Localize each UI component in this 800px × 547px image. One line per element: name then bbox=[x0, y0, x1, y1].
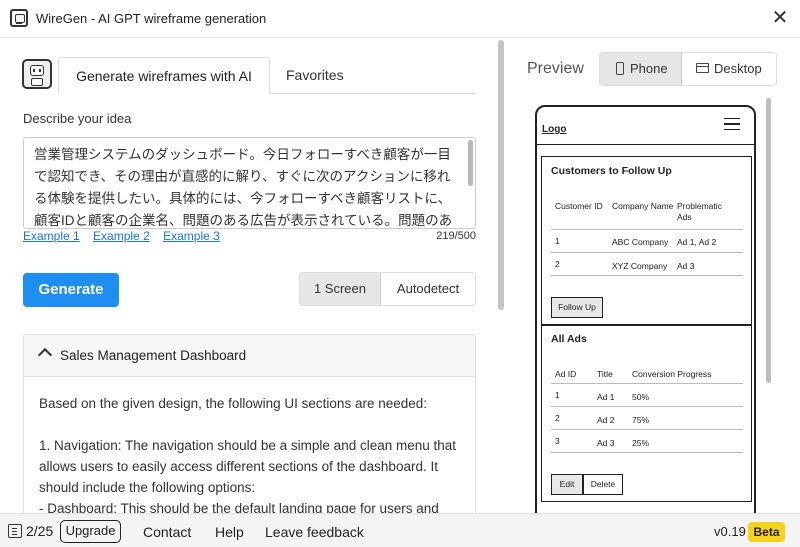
help-link[interactable]: Help bbox=[215, 524, 244, 540]
version-label: v0.19 bbox=[714, 524, 746, 539]
delete-button[interactable]: Delete bbox=[583, 474, 623, 495]
tab-favorites[interactable]: Favorites bbox=[272, 57, 358, 94]
all-ads-title: All Ads bbox=[551, 333, 587, 345]
usage-icon bbox=[8, 524, 22, 538]
table-cell: 50% bbox=[632, 392, 650, 402]
table-cell: Ad 3 bbox=[677, 261, 695, 271]
status-bar: 2/25 Upgrade Contact Help Leave feedback… bbox=[0, 513, 800, 547]
table-cell: Ad 2 bbox=[597, 415, 615, 425]
feedback-link[interactable]: Leave feedback bbox=[265, 524, 364, 540]
robot-icon bbox=[22, 59, 52, 89]
accordion-title: Sales Management Dashboard bbox=[60, 348, 247, 363]
preview-label: Preview bbox=[527, 60, 584, 77]
generator-pane: Generate wireframes with AI Favorites De… bbox=[0, 39, 510, 513]
table-cell: 25% bbox=[632, 438, 650, 448]
table-cell: XYZ Company bbox=[612, 261, 668, 271]
result-paragraph: Based on the given design, the following… bbox=[39, 396, 428, 411]
table-cell: 75% bbox=[632, 415, 650, 425]
beta-badge: Beta bbox=[748, 522, 785, 542]
table-cell: ABC Company bbox=[612, 237, 669, 247]
wireframe-navbar: Logo bbox=[537, 107, 754, 145]
phone-label: Phone bbox=[630, 61, 668, 76]
table-header: Customer ID bbox=[555, 201, 603, 211]
textarea-scrollbar[interactable] bbox=[468, 140, 473, 186]
mode-one-screen[interactable]: 1 Screen bbox=[300, 273, 381, 305]
right-scrollbar[interactable] bbox=[766, 98, 771, 383]
example-3-link[interactable]: Example 3 bbox=[163, 229, 220, 243]
app-icon bbox=[10, 9, 28, 27]
describe-label: Describe your idea bbox=[23, 111, 132, 126]
close-icon[interactable]: ✕ bbox=[770, 8, 790, 28]
left-scrollbar[interactable] bbox=[498, 40, 504, 310]
table-header: Problematic Ads bbox=[677, 201, 722, 222]
result-paragraph: - Dashboard: This should be the default … bbox=[39, 501, 439, 513]
edit-button[interactable]: Edit bbox=[551, 474, 583, 495]
follow-up-button[interactable]: Follow Up bbox=[551, 297, 603, 318]
table-cell: 1 bbox=[555, 390, 560, 400]
chevron-up-icon bbox=[37, 347, 53, 363]
follow-up-card: Customers to Follow Up Customer ID Compa… bbox=[541, 156, 752, 326]
table-cell: 2 bbox=[555, 259, 560, 269]
mode-toggle: 1 Screen Autodetect bbox=[299, 272, 476, 306]
tab-generate[interactable]: Generate wireframes with AI bbox=[58, 57, 270, 94]
upgrade-button[interactable]: Upgrade bbox=[60, 520, 121, 543]
usage-count: 2/25 bbox=[26, 523, 54, 539]
accordion-header[interactable]: Sales Management Dashboard bbox=[24, 335, 475, 377]
desktop-view-button[interactable]: Desktop bbox=[682, 53, 776, 85]
table-header: Conversion Progress bbox=[632, 369, 712, 379]
phone-icon bbox=[616, 62, 624, 75]
device-toggle: Phone Desktop bbox=[599, 52, 777, 86]
table-header: Title bbox=[597, 369, 613, 379]
char-counter: 219/500 bbox=[436, 230, 476, 242]
result-accordion: Sales Management Dashboard Based on the … bbox=[23, 334, 476, 513]
tab-bar: Generate wireframes with AI Favorites bbox=[58, 57, 476, 94]
phone-view-button[interactable]: Phone bbox=[600, 53, 682, 85]
table-header: Ad ID bbox=[555, 369, 577, 379]
table-cell: 1 bbox=[555, 236, 560, 246]
table-cell: Ad 1 bbox=[597, 392, 615, 402]
mode-autodetect[interactable]: Autodetect bbox=[381, 273, 475, 305]
window-title: WireGen - AI GPT wireframe generation bbox=[36, 11, 267, 26]
table-header: Company Name bbox=[612, 201, 674, 211]
title-bar: WireGen - AI GPT wireframe generation ✕ bbox=[0, 0, 800, 38]
desktop-label: Desktop bbox=[714, 61, 762, 76]
examples-links: Example 1 Example 2 Example 3 bbox=[23, 229, 230, 243]
hamburger-icon[interactable] bbox=[724, 118, 740, 130]
phone-preview: Logo Customers to Follow Up Customer ID … bbox=[535, 105, 756, 515]
all-ads-card: All Ads Ad ID Title Conversion Progress … bbox=[541, 324, 752, 502]
idea-textarea[interactable]: 営業管理システムのダッシュボード。今日フォローすべき顧客が一目で認知でき、その理… bbox=[23, 137, 476, 229]
example-1-link[interactable]: Example 1 bbox=[23, 229, 80, 243]
table-cell: Ad 3 bbox=[597, 438, 615, 448]
wireframe-logo: Logo bbox=[542, 124, 567, 135]
accordion-body: Based on the given design, the following… bbox=[39, 393, 464, 513]
follow-up-title: Customers to Follow Up bbox=[551, 165, 672, 177]
generate-button[interactable]: Generate bbox=[23, 273, 119, 307]
desktop-icon bbox=[696, 63, 709, 73]
table-cell: 2 bbox=[555, 413, 560, 423]
example-2-link[interactable]: Example 2 bbox=[93, 229, 150, 243]
table-cell: 3 bbox=[555, 436, 560, 446]
contact-link[interactable]: Contact bbox=[143, 524, 191, 540]
result-paragraph: 1. Navigation: The navigation should be … bbox=[39, 438, 457, 495]
table-cell: Ad 1, Ad 2 bbox=[677, 237, 717, 247]
